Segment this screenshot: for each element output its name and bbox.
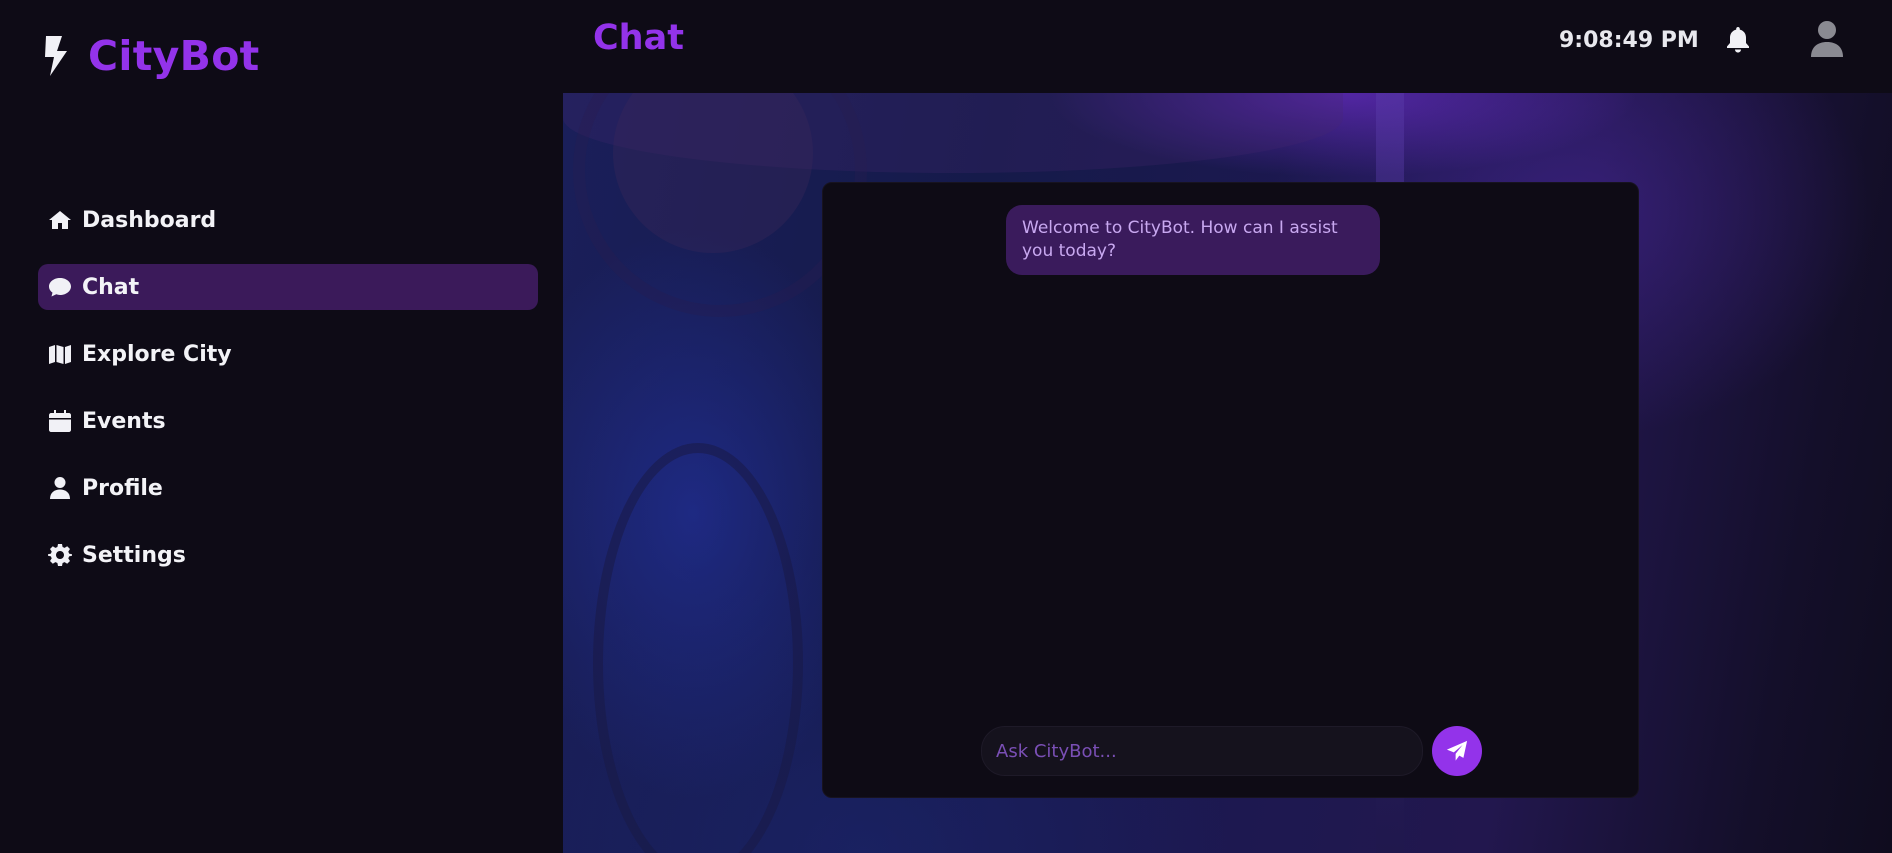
home-icon	[47, 207, 73, 233]
sidebar-item-settings[interactable]: Settings	[38, 532, 538, 578]
gear-icon	[47, 542, 73, 568]
sidebar-item-chat[interactable]: Chat	[38, 264, 538, 310]
clock: 9:08:49 PM	[1559, 28, 1699, 53]
sidebar-item-label: Explore City	[82, 341, 232, 367]
brand-name: CityBot	[88, 32, 260, 80]
sidebar-nav: Dashboard Chat Explore City Events Profi…	[38, 197, 538, 599]
sidebar: CityBot Dashboard Chat Explore City Even…	[0, 0, 563, 853]
page-title: Chat	[593, 18, 684, 58]
user-avatar-icon[interactable]	[1810, 20, 1844, 58]
chat-bubble-icon	[47, 274, 73, 300]
sidebar-item-label: Chat	[82, 274, 140, 300]
sidebar-item-events[interactable]: Events	[38, 398, 538, 444]
brand-logo[interactable]: CityBot	[42, 30, 260, 82]
bot-message-bubble: Welcome to CityBot. How can I assist you…	[1006, 205, 1380, 275]
sidebar-item-profile[interactable]: Profile	[38, 465, 538, 511]
send-button[interactable]	[1432, 726, 1482, 776]
top-bar: Chat 9:08:49 PM	[563, 0, 1892, 93]
bell-icon[interactable]	[1725, 26, 1751, 54]
calendar-icon	[47, 408, 73, 434]
sidebar-item-label: Events	[82, 408, 166, 434]
sidebar-item-explore-city[interactable]: Explore City	[38, 331, 538, 377]
paper-plane-icon	[1446, 740, 1468, 761]
chat-input-row	[981, 725, 1482, 777]
chat-input[interactable]	[981, 726, 1423, 776]
chat-panel: Welcome to CityBot. How can I assist you…	[822, 182, 1639, 798]
background-decoration	[593, 443, 803, 853]
bolt-icon	[45, 36, 67, 76]
sidebar-item-dashboard[interactable]: Dashboard	[38, 197, 538, 243]
sidebar-item-label: Profile	[82, 475, 163, 501]
sidebar-item-label: Dashboard	[82, 207, 217, 233]
user-icon	[47, 475, 73, 501]
sidebar-item-label: Settings	[82, 542, 186, 568]
map-icon	[47, 341, 73, 367]
